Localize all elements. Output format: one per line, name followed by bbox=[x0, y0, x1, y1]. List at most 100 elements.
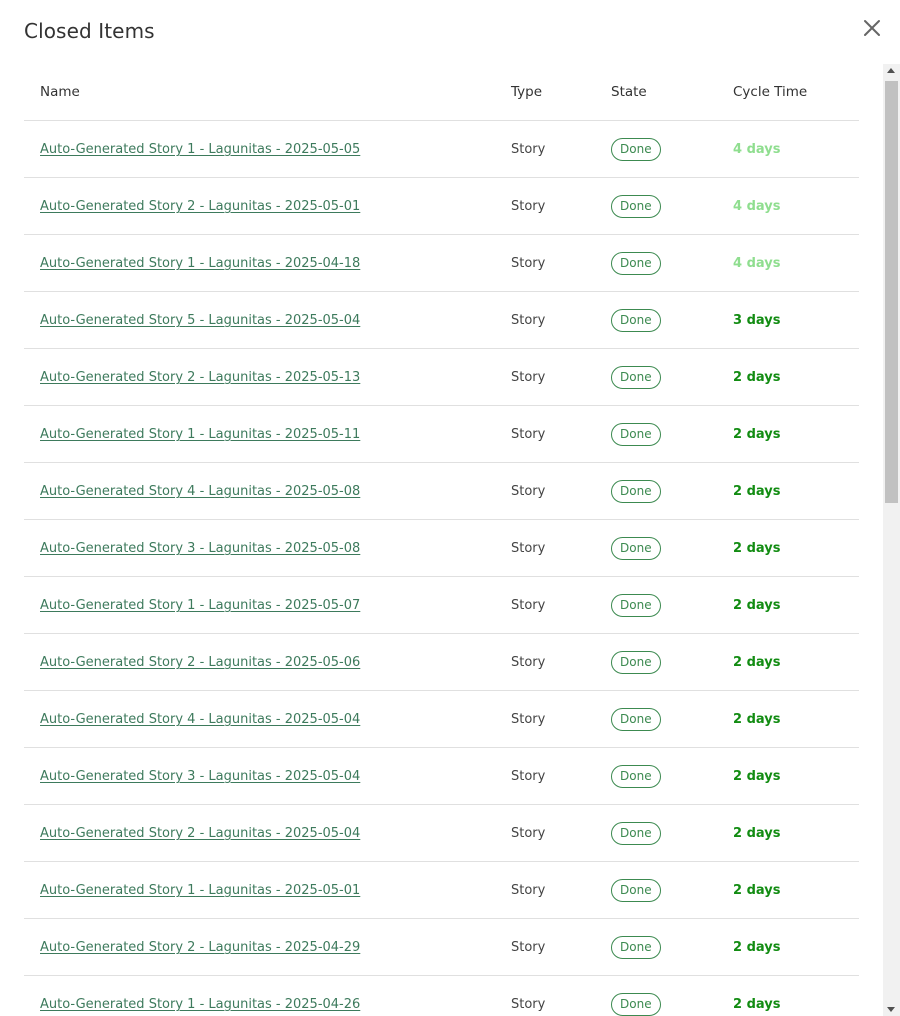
cell-state: Done bbox=[611, 234, 733, 292]
column-header-cycle-time[interactable]: Cycle Time bbox=[733, 64, 859, 121]
story-link[interactable]: Auto-Generated Story 3 - Lagunitas - 202… bbox=[40, 541, 360, 556]
status-badge: Done bbox=[611, 365, 661, 389]
cell-state: Done bbox=[611, 747, 733, 805]
items-table-container[interactable]: Name Type State Cycle Time Auto-Generate… bbox=[24, 64, 859, 1016]
cell-state: Done bbox=[611, 576, 733, 634]
type-label: Story bbox=[511, 826, 546, 841]
cycle-time-value: 2 days bbox=[733, 826, 781, 841]
story-link[interactable]: Auto-Generated Story 1 - Lagunitas - 202… bbox=[40, 427, 360, 442]
cell-name: Auto-Generated Story 1 - Lagunitas - 202… bbox=[24, 120, 511, 178]
cell-state: Done bbox=[611, 291, 733, 349]
story-link[interactable]: Auto-Generated Story 3 - Lagunitas - 202… bbox=[40, 769, 360, 784]
story-link[interactable]: Auto-Generated Story 4 - Lagunitas - 202… bbox=[40, 484, 360, 499]
status-badge: Done bbox=[611, 707, 661, 731]
cell-name: Auto-Generated Story 1 - Lagunitas - 202… bbox=[24, 975, 511, 1016]
cell-type: Story bbox=[511, 633, 611, 691]
cell-state: Done bbox=[611, 861, 733, 919]
cell-cycle-time: 4 days bbox=[733, 177, 859, 235]
table-row: Auto-Generated Story 2 - Lagunitas - 202… bbox=[24, 177, 859, 235]
cell-type: Story bbox=[511, 291, 611, 349]
status-badge: Done bbox=[611, 137, 661, 161]
table-row: Auto-Generated Story 3 - Lagunitas - 202… bbox=[24, 747, 859, 805]
table-row: Auto-Generated Story 2 - Lagunitas - 202… bbox=[24, 348, 859, 406]
column-header-type[interactable]: Type bbox=[511, 64, 611, 121]
cell-state: Done bbox=[611, 120, 733, 178]
table-row: Auto-Generated Story 4 - Lagunitas - 202… bbox=[24, 690, 859, 748]
cell-cycle-time: 2 days bbox=[733, 519, 859, 577]
story-link[interactable]: Auto-Generated Story 1 - Lagunitas - 202… bbox=[40, 256, 360, 271]
cell-name: Auto-Generated Story 1 - Lagunitas - 202… bbox=[24, 234, 511, 292]
cell-cycle-time: 4 days bbox=[733, 234, 859, 292]
table-row: Auto-Generated Story 3 - Lagunitas - 202… bbox=[24, 519, 859, 577]
cycle-time-value: 4 days bbox=[733, 199, 781, 214]
status-badge: Done bbox=[611, 308, 661, 332]
story-link[interactable]: Auto-Generated Story 1 - Lagunitas - 202… bbox=[40, 598, 360, 613]
type-label: Story bbox=[511, 883, 546, 898]
cell-state: Done bbox=[611, 975, 733, 1016]
close-button[interactable] bbox=[860, 16, 884, 40]
cycle-time-value: 2 days bbox=[733, 997, 781, 1012]
table-row: Auto-Generated Story 2 - Lagunitas - 202… bbox=[24, 918, 859, 976]
cell-cycle-time: 2 days bbox=[733, 861, 859, 919]
cell-name: Auto-Generated Story 4 - Lagunitas - 202… bbox=[24, 690, 511, 748]
scroll-down-arrow-icon[interactable] bbox=[887, 1007, 895, 1012]
closed-items-dialog: Closed Items Name Type State Cycle Time … bbox=[0, 0, 900, 1016]
dialog-title: Closed Items bbox=[24, 19, 155, 43]
story-link[interactable]: Auto-Generated Story 2 - Lagunitas - 202… bbox=[40, 655, 360, 670]
column-header-state[interactable]: State bbox=[611, 64, 733, 121]
cell-state: Done bbox=[611, 348, 733, 406]
story-link[interactable]: Auto-Generated Story 4 - Lagunitas - 202… bbox=[40, 712, 360, 727]
story-link[interactable]: Auto-Generated Story 2 - Lagunitas - 202… bbox=[40, 826, 360, 841]
cycle-time-value: 2 days bbox=[733, 541, 781, 556]
cell-type: Story bbox=[511, 234, 611, 292]
story-link[interactable]: Auto-Generated Story 1 - Lagunitas - 202… bbox=[40, 883, 360, 898]
story-link[interactable]: Auto-Generated Story 1 - Lagunitas - 202… bbox=[40, 997, 360, 1012]
type-label: Story bbox=[511, 997, 546, 1012]
cell-state: Done bbox=[611, 918, 733, 976]
cell-name: Auto-Generated Story 2 - Lagunitas - 202… bbox=[24, 348, 511, 406]
status-badge: Done bbox=[611, 650, 661, 674]
type-label: Story bbox=[511, 712, 546, 727]
cell-cycle-time: 2 days bbox=[733, 462, 859, 520]
cell-name: Auto-Generated Story 1 - Lagunitas - 202… bbox=[24, 576, 511, 634]
cell-type: Story bbox=[511, 576, 611, 634]
story-link[interactable]: Auto-Generated Story 5 - Lagunitas - 202… bbox=[40, 313, 360, 328]
cell-type: Story bbox=[511, 861, 611, 919]
story-link[interactable]: Auto-Generated Story 2 - Lagunitas - 202… bbox=[40, 370, 360, 385]
cell-name: Auto-Generated Story 1 - Lagunitas - 202… bbox=[24, 405, 511, 463]
cell-cycle-time: 2 days bbox=[733, 975, 859, 1016]
type-label: Story bbox=[511, 256, 546, 271]
scroll-up-arrow-icon[interactable] bbox=[887, 68, 895, 73]
story-link[interactable]: Auto-Generated Story 2 - Lagunitas - 202… bbox=[40, 940, 360, 955]
cell-state: Done bbox=[611, 633, 733, 691]
story-link[interactable]: Auto-Generated Story 1 - Lagunitas - 202… bbox=[40, 142, 360, 157]
type-label: Story bbox=[511, 940, 546, 955]
table-row: Auto-Generated Story 1 - Lagunitas - 202… bbox=[24, 405, 859, 463]
cell-state: Done bbox=[611, 804, 733, 862]
story-link[interactable]: Auto-Generated Story 2 - Lagunitas - 202… bbox=[40, 199, 360, 214]
type-label: Story bbox=[511, 142, 546, 157]
cell-type: Story bbox=[511, 348, 611, 406]
cell-name: Auto-Generated Story 2 - Lagunitas - 202… bbox=[24, 177, 511, 235]
status-badge: Done bbox=[611, 593, 661, 617]
cell-cycle-time: 2 days bbox=[733, 576, 859, 634]
cycle-time-value: 2 days bbox=[733, 598, 781, 613]
type-label: Story bbox=[511, 541, 546, 556]
status-badge: Done bbox=[611, 251, 661, 275]
cycle-time-value: 2 days bbox=[733, 940, 781, 955]
status-badge: Done bbox=[611, 821, 661, 845]
status-badge: Done bbox=[611, 992, 661, 1016]
cell-cycle-time: 3 days bbox=[733, 291, 859, 349]
cell-type: Story bbox=[511, 747, 611, 805]
scroll-thumb[interactable] bbox=[885, 81, 898, 503]
vertical-scrollbar[interactable] bbox=[883, 64, 900, 1016]
cell-type: Story bbox=[511, 462, 611, 520]
cycle-time-value: 4 days bbox=[733, 142, 781, 157]
type-label: Story bbox=[511, 598, 546, 613]
cell-cycle-time: 2 days bbox=[733, 918, 859, 976]
cell-name: Auto-Generated Story 2 - Lagunitas - 202… bbox=[24, 804, 511, 862]
cycle-time-value: 2 days bbox=[733, 712, 781, 727]
status-badge: Done bbox=[611, 422, 661, 446]
column-header-name[interactable]: Name bbox=[24, 64, 511, 121]
status-badge: Done bbox=[611, 194, 661, 218]
